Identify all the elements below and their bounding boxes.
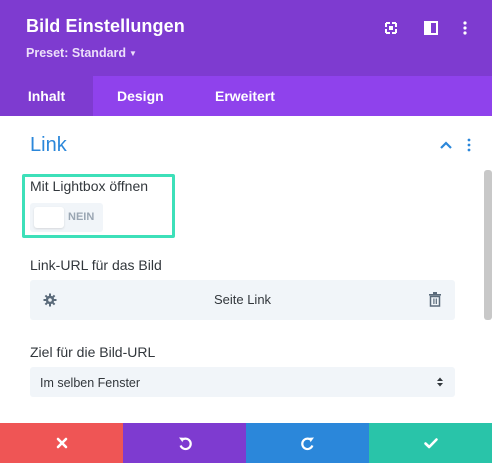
tab-content[interactable]: Inhalt <box>0 76 93 116</box>
lightbox-label: Mit Lightbox öffnen <box>30 178 149 194</box>
redo-button[interactable] <box>246 423 369 463</box>
chevron-down-icon: ▼ <box>129 49 137 58</box>
lightbox-toggle[interactable]: NEIN <box>30 203 103 232</box>
link-url-value: Seite Link <box>213 292 272 307</box>
scrollbar[interactable] <box>484 170 492 320</box>
trash-icon[interactable] <box>429 292 441 307</box>
toggle-state-text: NEIN <box>68 211 95 223</box>
section-title[interactable]: Link <box>30 134 67 157</box>
preset-dropdown[interactable]: Preset: Standard ▼ <box>26 46 137 60</box>
toggle-knob <box>34 207 64 228</box>
chevron-up-icon[interactable] <box>439 140 453 150</box>
split-view-icon[interactable] <box>423 20 439 36</box>
link-url-field[interactable]: Seite Link <box>30 280 455 320</box>
tab-bar: Inhalt Design Erweitert <box>0 76 492 116</box>
check-icon <box>423 438 438 449</box>
target-selected-value: Im selben Fenster <box>40 376 141 390</box>
save-button[interactable] <box>369 423 492 463</box>
section-more-icon[interactable] <box>466 138 472 152</box>
tab-design[interactable]: Design <box>117 76 164 116</box>
settings-panel: Link Mit Lightbox öffnen NEIN Link-URL f… <box>0 116 492 423</box>
close-icon <box>56 437 67 449</box>
settings-header: Bild Einstellungen Preset: Standard ▼ <box>0 0 492 76</box>
link-url-label: Link-URL für das Bild <box>30 257 162 273</box>
select-arrows-icon <box>437 377 443 387</box>
target-select[interactable]: Im selben Fenster <box>30 367 455 397</box>
more-options-icon[interactable] <box>457 20 473 36</box>
undo-icon <box>178 437 192 451</box>
tab-advanced[interactable]: Erweitert <box>215 76 275 116</box>
discard-button[interactable] <box>0 423 123 463</box>
preset-label: Preset: Standard <box>26 46 127 60</box>
fullscreen-icon[interactable] <box>383 20 399 36</box>
action-bar <box>0 423 492 463</box>
redo-icon <box>300 437 314 451</box>
target-label: Ziel für die Bild-URL <box>30 344 156 360</box>
undo-button[interactable] <box>123 423 246 463</box>
modal-title: Bild Einstellungen <box>26 16 185 36</box>
